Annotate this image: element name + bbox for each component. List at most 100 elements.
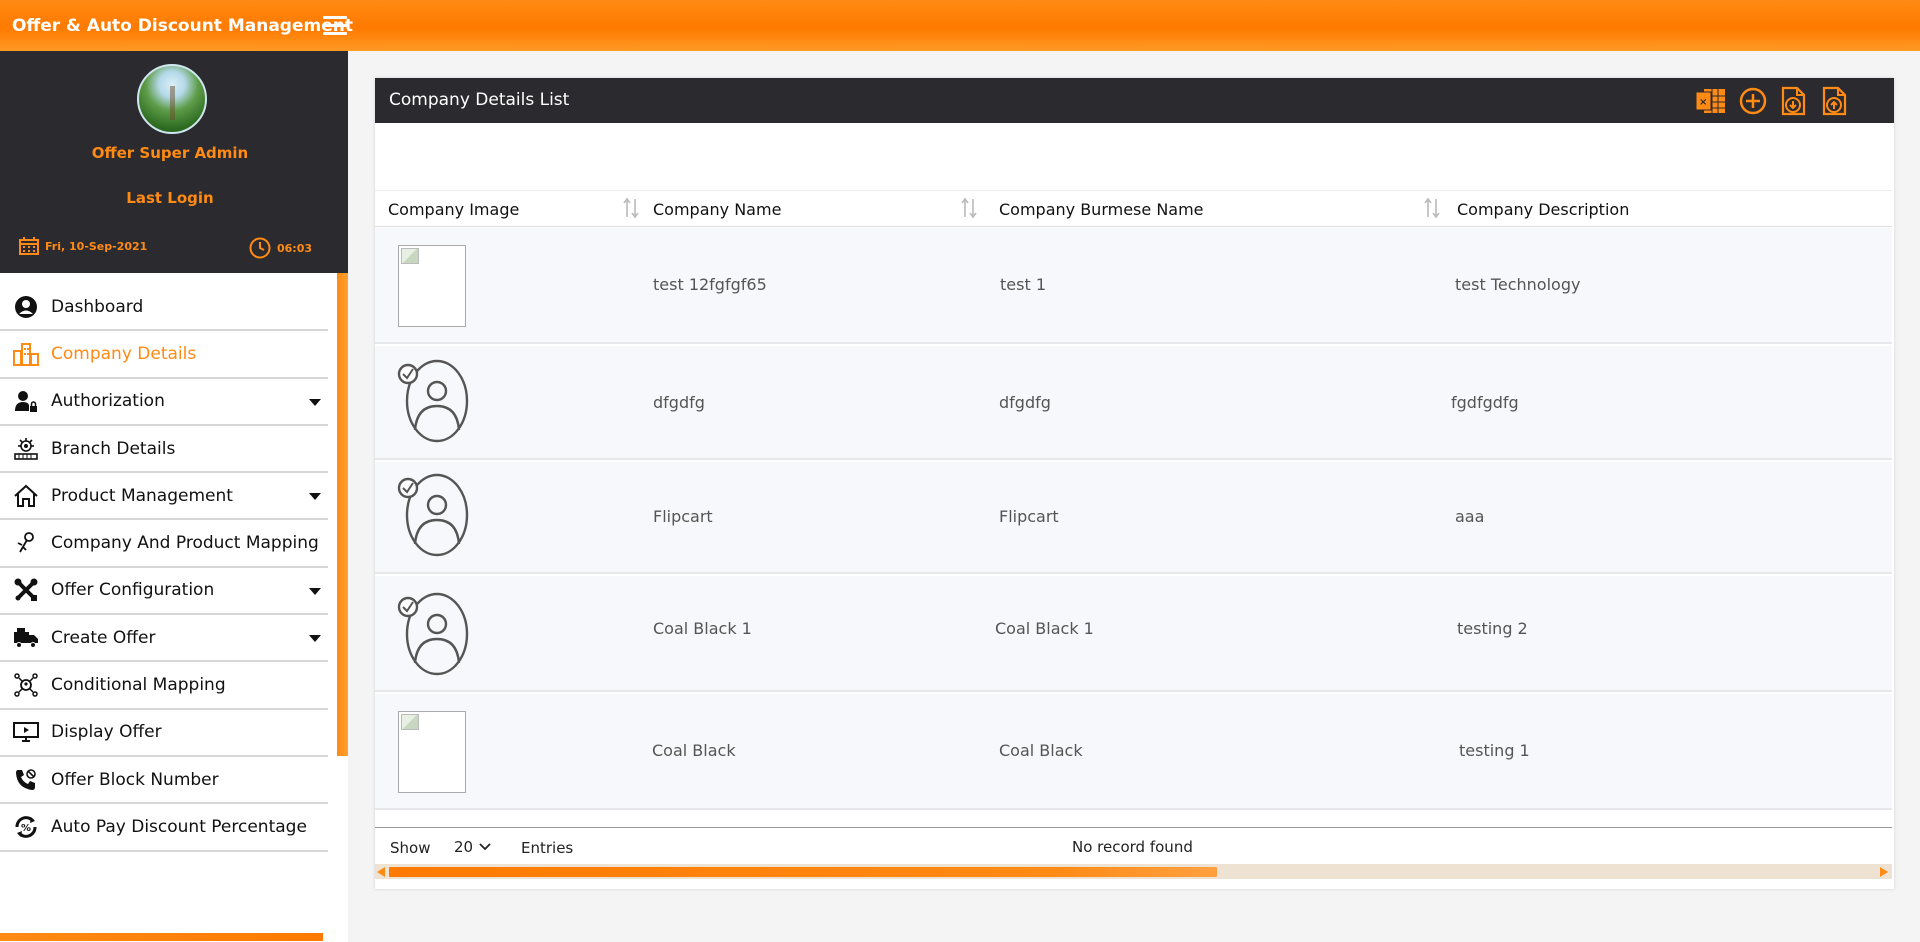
chevron-down-icon[interactable]	[309, 398, 321, 406]
scroll-right-arrow-icon[interactable]	[1880, 867, 1888, 877]
scrollbar-thumb[interactable]	[389, 867, 1217, 877]
sidebar-bottom-bar	[0, 933, 323, 941]
table-header: Company Image Company Name Company Burme…	[375, 190, 1892, 227]
page-size-value: 20	[454, 838, 474, 856]
person-placeholder-icon	[397, 592, 469, 676]
sidebar-item-label: Auto Pay Discount Percentage	[51, 816, 307, 837]
company-image-broken	[398, 711, 466, 793]
avatar[interactable]	[137, 64, 207, 134]
scroll-left-arrow-icon[interactable]	[377, 867, 385, 877]
table-row[interactable]: Coal Black 1 Coal Black 1 testing 2	[375, 576, 1892, 692]
login-date-text: Fri, 10-Sep-2021	[45, 239, 148, 253]
svg-text:%: %	[21, 823, 31, 834]
app-title: Offer & Auto Discount Management	[12, 16, 353, 36]
sidebar-item-conditional-mapping[interactable]: Conditional Mapping	[0, 662, 328, 710]
table-row[interactable]: test 12fgfgf65 test 1 test Technology	[375, 228, 1892, 344]
sidebar-item-label: Authorization	[51, 391, 165, 412]
sidebar: Offer Super Admin Last Login Fri, 10-Sep…	[0, 51, 348, 942]
company-burmese-name-cell: dfgdfg	[999, 393, 1051, 412]
sidebar-item-branch-details[interactable]: Branch Details	[0, 426, 328, 474]
upload-file-icon[interactable]	[1819, 86, 1851, 116]
monitor-icon	[12, 718, 40, 746]
download-file-icon[interactable]	[1778, 86, 1810, 116]
company-burmese-name-cell: Flipcart	[999, 507, 1059, 526]
chevron-down-icon[interactable]	[309, 493, 321, 501]
phone-block-icon	[12, 766, 40, 794]
calendar-icon	[19, 237, 39, 255]
sidebar-item-offer-block-number[interactable]: Offer Block Number	[0, 757, 328, 805]
user-circle-icon	[12, 293, 40, 321]
top-bar: Offer & Auto Discount Management	[0, 0, 1920, 51]
truck-icon	[12, 624, 40, 652]
add-circle-icon[interactable]	[1737, 86, 1769, 116]
column-header-company-burmese-name[interactable]: Company Burmese Name	[999, 200, 1204, 219]
tools-icon	[12, 576, 40, 604]
sort-icon[interactable]	[1423, 197, 1441, 219]
sidebar-item-product-management[interactable]: Product Management	[0, 473, 328, 521]
chevron-down-icon[interactable]	[309, 587, 321, 595]
clock-icon	[249, 237, 271, 259]
panel-title: Company Details List	[389, 90, 570, 110]
sidebar-item-label: Product Management	[51, 485, 233, 506]
user-lock-icon	[12, 387, 40, 415]
table-row[interactable]: Coal Black Coal Black testing 1	[375, 694, 1892, 810]
sidebar-nav: Dashboard Company Details Authorization …	[0, 284, 328, 852]
sidebar-item-authorization[interactable]: Authorization	[0, 379, 328, 426]
column-header-company-description[interactable]: Company Description	[1457, 200, 1629, 219]
svg-text:×: ×	[1699, 97, 1707, 108]
sidebar-item-offer-configuration[interactable]: Offer Configuration	[0, 568, 328, 616]
company-image-broken	[398, 245, 466, 327]
table-row[interactable]: dfgdfg dfgdfg fgdfgdfg	[375, 346, 1892, 460]
column-header-company-name[interactable]: Company Name	[653, 200, 781, 219]
sidebar-item-dashboard[interactable]: Dashboard	[0, 284, 328, 332]
page-size-select[interactable]: 20	[454, 838, 491, 856]
login-time: 06:03	[249, 237, 312, 259]
company-description-cell: fgdfgdfg	[1451, 393, 1519, 412]
company-burmese-name-cell: Coal Black	[999, 741, 1083, 760]
company-details-panel: Company Details List × Company Image Com…	[375, 78, 1894, 889]
company-name-cell: dfgdfg	[653, 393, 705, 412]
last-login-label: Last Login	[126, 189, 214, 207]
company-description-cell: test Technology	[1455, 275, 1581, 294]
excel-export-icon[interactable]: ×	[1695, 86, 1727, 116]
chevron-down-icon	[479, 843, 491, 851]
sidebar-item-company-details[interactable]: Company Details	[0, 331, 328, 379]
sidebar-item-label: Create Offer	[51, 627, 156, 648]
chevron-down-icon[interactable]	[309, 635, 321, 643]
status-text: No record found	[1072, 838, 1193, 856]
home-icon	[12, 482, 40, 510]
profile-panel: Offer Super Admin Last Login Fri, 10-Sep…	[0, 51, 348, 273]
hamburger-menu-icon[interactable]	[323, 16, 347, 35]
company-name-cell: Coal Black 1	[653, 619, 752, 638]
sort-icon[interactable]	[622, 197, 640, 219]
sidebar-item-label: Company And Product Mapping	[51, 533, 319, 554]
company-description-cell: testing 1	[1459, 741, 1530, 760]
table-footer: Show 20 Entries No record found	[375, 827, 1892, 863]
buildings-icon	[12, 340, 40, 368]
percent-cycle-icon: %	[12, 813, 40, 841]
company-name-cell: test 12fgfgf65	[653, 275, 767, 294]
pin-mapping-icon	[12, 529, 40, 557]
user-name: Offer Super Admin	[91, 144, 249, 162]
horizontal-scrollbar[interactable]	[375, 864, 1892, 879]
company-burmese-name-cell: test 1	[1000, 275, 1046, 294]
sidebar-item-create-offer[interactable]: Create Offer	[0, 615, 328, 663]
login-date: Fri, 10-Sep-2021	[19, 237, 147, 255]
sidebar-item-company-product-mapping[interactable]: Company And Product Mapping	[0, 520, 328, 568]
sidebar-item-label: Conditional Mapping	[51, 675, 226, 696]
sidebar-item-auto-pay-discount[interactable]: % Auto Pay Discount Percentage	[0, 804, 328, 852]
sidebar-item-label: Dashboard	[51, 296, 144, 317]
company-name-cell: Flipcart	[653, 507, 713, 526]
table-row[interactable]: Flipcart Flipcart aaa	[375, 462, 1892, 574]
sidebar-item-label: Company Details	[51, 343, 197, 364]
login-time-text: 06:03	[277, 241, 313, 255]
sort-icon[interactable]	[960, 197, 978, 219]
company-description-cell: aaa	[1455, 507, 1485, 526]
entries-label: Entries	[521, 839, 574, 857]
panel-header: Company Details List ×	[375, 78, 1894, 123]
sidebar-accent-stripe	[337, 273, 348, 756]
sidebar-item-label: Offer Block Number	[51, 769, 219, 790]
mapping-icon	[12, 671, 40, 699]
sidebar-item-display-offer[interactable]: Display Offer	[0, 710, 328, 757]
column-header-company-image[interactable]: Company Image	[388, 200, 519, 219]
